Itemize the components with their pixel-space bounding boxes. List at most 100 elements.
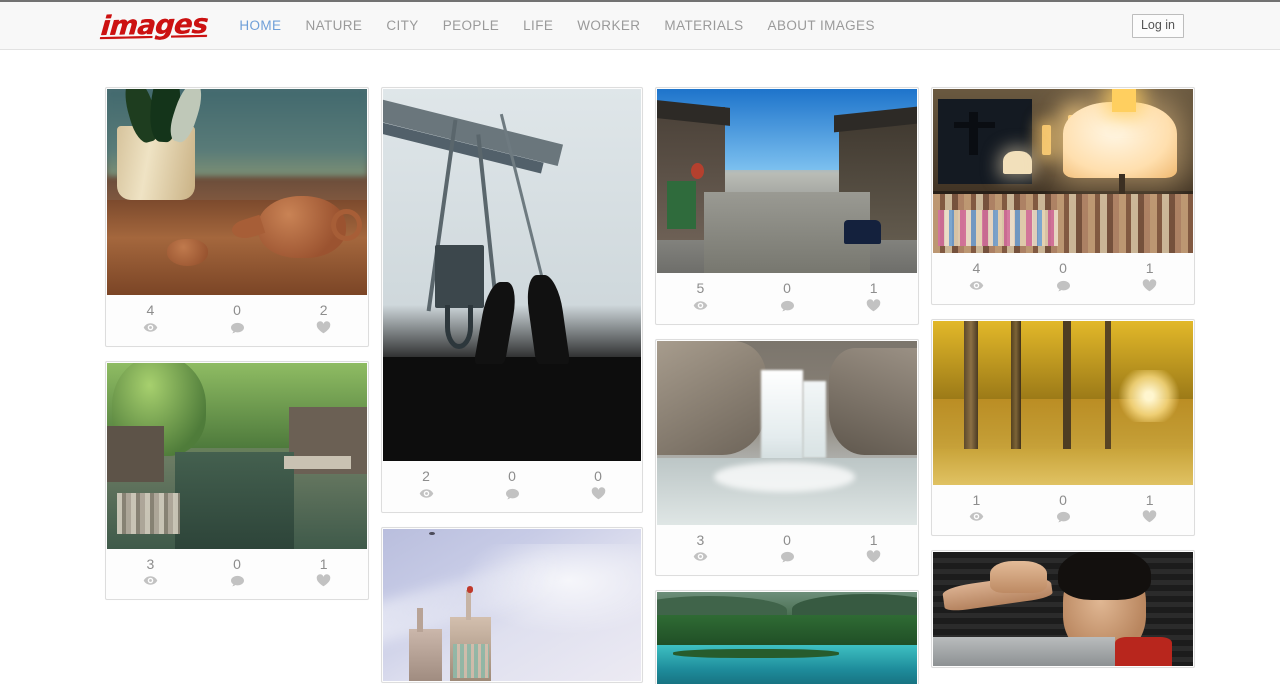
stat-views-count: 5 bbox=[696, 280, 705, 296]
stat-views[interactable]: 3 bbox=[657, 531, 744, 565]
stat-likes[interactable]: 1 bbox=[1106, 261, 1193, 293]
photo-card[interactable]: 3 0 1 bbox=[655, 338, 919, 577]
nav-item-materials[interactable]: MATERIALS bbox=[652, 2, 755, 50]
photo-card[interactable]: 4 0 2 bbox=[105, 87, 369, 347]
photo-detail bbox=[657, 340, 767, 455]
stat-views[interactable]: 5 bbox=[657, 281, 744, 313]
gallery-column-2: 2 0 0 bbox=[381, 87, 643, 683]
photo-stats: 4 0 1 bbox=[933, 253, 1193, 303]
photo-card[interactable] bbox=[655, 590, 919, 684]
eye-icon bbox=[657, 550, 744, 564]
stat-likes-count: 0 bbox=[594, 468, 602, 484]
photo-detail bbox=[1104, 320, 1112, 449]
nav-list-item: WORKER bbox=[565, 2, 652, 50]
photo-detail bbox=[802, 381, 826, 459]
stat-comments[interactable]: 0 bbox=[744, 532, 831, 565]
photo-image bbox=[107, 362, 367, 549]
stat-views-count: 3 bbox=[696, 531, 705, 548]
photo-detail bbox=[416, 607, 423, 633]
photo-crane-workers[interactable] bbox=[383, 89, 641, 461]
photo-detail bbox=[690, 162, 704, 180]
stat-likes[interactable]: 0 bbox=[555, 469, 641, 501]
comment-bubble-icon bbox=[469, 487, 555, 501]
photo-stats: 5 0 1 bbox=[657, 273, 917, 323]
stat-views[interactable]: 1 bbox=[933, 492, 1020, 525]
photo-card[interactable]: 2 0 0 bbox=[381, 87, 643, 513]
eye-icon bbox=[933, 279, 1020, 293]
stat-views-count: 3 bbox=[146, 555, 155, 572]
photo-waterfall-rocks[interactable] bbox=[657, 340, 917, 525]
nav-list-item: ABOUT IMAGES bbox=[756, 2, 887, 50]
photo-image bbox=[933, 552, 1193, 667]
photo-autumn-forest[interactable] bbox=[933, 320, 1193, 485]
photo-lake-mountains[interactable] bbox=[657, 592, 917, 684]
photo-detail bbox=[714, 462, 855, 492]
photo-card[interactable]: 5 0 1 bbox=[655, 87, 919, 325]
gallery-column-3: 5 0 1 3 0 1 bbox=[655, 87, 919, 684]
stat-comments[interactable]: 0 bbox=[744, 281, 831, 313]
photo-detail bbox=[1042, 125, 1052, 155]
nav-item-nature[interactable]: NATURE bbox=[293, 2, 374, 50]
photo-stats: 2 0 0 bbox=[383, 461, 641, 511]
comment-bubble-icon bbox=[194, 321, 281, 335]
stat-comments[interactable]: 0 bbox=[1020, 492, 1107, 525]
photo-detail bbox=[667, 181, 696, 229]
photo-detail bbox=[174, 451, 295, 549]
photo-detail bbox=[429, 531, 435, 535]
nav-item-people[interactable]: PEOPLE bbox=[431, 2, 511, 50]
stat-likes[interactable]: 1 bbox=[830, 281, 917, 313]
stat-comments-count: 0 bbox=[1059, 260, 1067, 276]
eye-icon bbox=[107, 574, 194, 588]
stat-likes[interactable]: 2 bbox=[280, 303, 367, 335]
photo-detail bbox=[452, 644, 489, 678]
stat-comments[interactable]: 0 bbox=[194, 303, 281, 335]
photo-detail bbox=[828, 348, 917, 455]
stat-views[interactable]: 4 bbox=[933, 261, 1020, 293]
photo-teapot-plant[interactable] bbox=[107, 89, 367, 295]
stat-views[interactable]: 4 bbox=[107, 303, 194, 335]
photo-detail bbox=[1115, 369, 1183, 423]
photo-detail bbox=[1003, 151, 1032, 175]
photo-image bbox=[657, 592, 917, 684]
nav-list-item: HOME bbox=[227, 2, 293, 50]
nav-item-home[interactable]: HOME bbox=[227, 2, 293, 50]
photo-saluting-person[interactable] bbox=[933, 552, 1193, 667]
heart-icon bbox=[1106, 510, 1193, 524]
nav-list-item: PEOPLE bbox=[431, 2, 511, 50]
gallery-column-1: 4 0 2 3 0 1 bbox=[105, 87, 369, 601]
photo-image bbox=[657, 340, 917, 525]
photo-detail bbox=[657, 614, 917, 647]
stat-likes[interactable]: 1 bbox=[280, 556, 367, 589]
photo-card[interactable]: 3 0 1 bbox=[105, 360, 369, 601]
stat-comments[interactable]: 0 bbox=[1020, 261, 1107, 293]
photo-card[interactable]: 1 0 1 bbox=[931, 318, 1195, 537]
photo-old-street[interactable] bbox=[657, 89, 917, 273]
photo-card[interactable]: 4 0 1 bbox=[931, 87, 1195, 305]
stat-views[interactable]: 2 bbox=[383, 469, 469, 501]
site-logo[interactable]: images bbox=[100, 9, 209, 42]
photo-city-sky[interactable] bbox=[383, 528, 641, 681]
stat-views-count: 2 bbox=[422, 468, 430, 484]
stat-comments[interactable]: 0 bbox=[194, 556, 281, 589]
photo-detail bbox=[444, 304, 474, 350]
photo-card[interactable] bbox=[931, 550, 1195, 669]
photo-detail bbox=[969, 111, 979, 155]
photo-detail bbox=[1115, 636, 1173, 667]
photo-bookstore-lamp[interactable] bbox=[933, 89, 1193, 253]
nav-item-worker[interactable]: WORKER bbox=[565, 2, 652, 50]
photo-card[interactable] bbox=[381, 526, 643, 683]
photo-detail bbox=[283, 455, 352, 469]
comment-bubble-icon bbox=[1020, 510, 1107, 524]
photo-image bbox=[383, 89, 641, 461]
photo-image bbox=[383, 528, 641, 681]
stat-comments[interactable]: 0 bbox=[469, 469, 555, 501]
login-button[interactable]: Log in bbox=[1131, 13, 1184, 38]
nav-item-life[interactable]: LIFE bbox=[511, 2, 565, 50]
photo-canal-willows[interactable] bbox=[107, 362, 367, 549]
stat-likes[interactable]: 1 bbox=[1106, 492, 1193, 525]
nav-item-about-images[interactable]: ABOUT IMAGES bbox=[756, 2, 887, 50]
stat-likes[interactable]: 1 bbox=[830, 532, 917, 565]
stat-views[interactable]: 3 bbox=[107, 555, 194, 589]
photo-detail bbox=[938, 210, 1058, 247]
nav-item-city[interactable]: CITY bbox=[374, 2, 430, 50]
